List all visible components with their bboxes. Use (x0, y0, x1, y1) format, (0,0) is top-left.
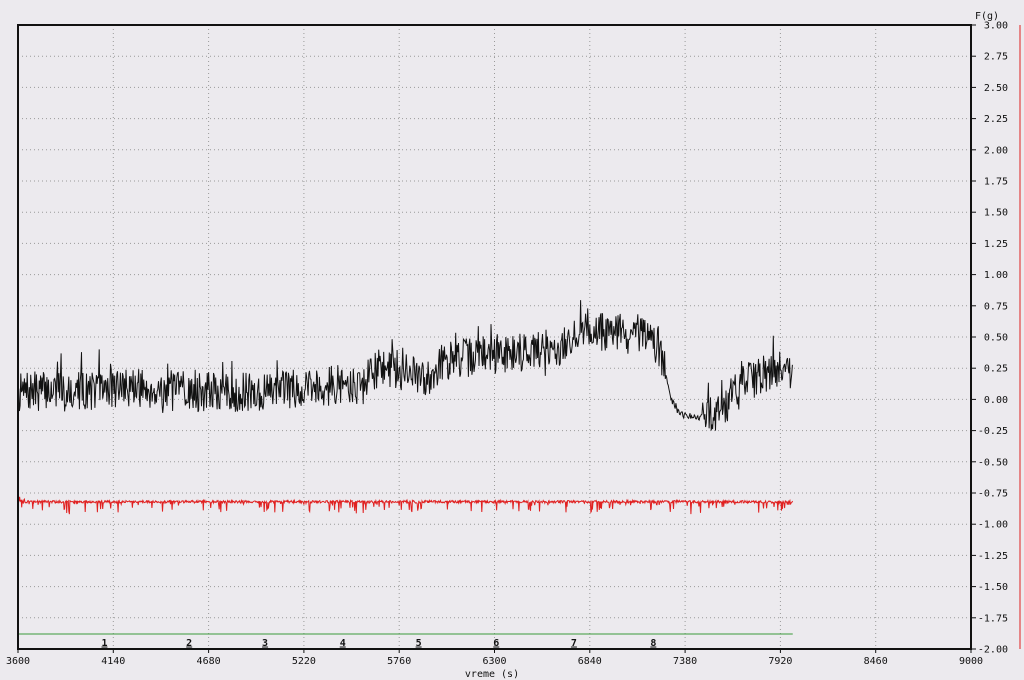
event-marker-label: 4 (340, 638, 346, 649)
y-tick-label: -2.00 (978, 645, 1008, 656)
y-tick-label: 0.75 (984, 301, 1008, 312)
x-tick-label: 4680 (197, 656, 221, 667)
x-tick-label: 8460 (864, 656, 888, 667)
x-axis-label: vreme (s) (465, 669, 519, 680)
y-tick-label: 2.00 (984, 145, 1008, 156)
y-tick-label: 2.50 (984, 83, 1008, 94)
y-tick-label: -0.75 (978, 489, 1008, 500)
y-tick-label: 0.00 (984, 395, 1008, 406)
y-tick-label: -1.00 (978, 520, 1008, 531)
x-tick-label: 7380 (673, 656, 697, 667)
y-tick-label: 2.75 (984, 52, 1008, 63)
x-tick-label: 5220 (292, 656, 316, 667)
y-tick-label: 2.25 (984, 114, 1008, 125)
y-tick-label: 1.25 (984, 239, 1008, 250)
y-tick-label: 1.75 (984, 177, 1008, 188)
y-tick-label: -0.25 (978, 426, 1008, 437)
y-tick-label: -1.25 (978, 551, 1008, 562)
y-tick-label: -1.50 (978, 582, 1008, 593)
x-tick-label: 6840 (578, 656, 602, 667)
y-tick-label: 0.25 (984, 364, 1008, 375)
y-axis-label: F(g) (975, 11, 999, 22)
event-marker-label: 1 (101, 638, 107, 649)
event-marker-label: 5 (416, 638, 422, 649)
y-tick-label: 0.50 (984, 333, 1008, 344)
y-tick-label: 1.00 (984, 270, 1008, 281)
event-marker-label: 6 (493, 638, 499, 649)
event-marker-label: 8 (650, 638, 656, 649)
event-marker-label: 7 (571, 638, 577, 649)
y-tick-label: 1.50 (984, 208, 1008, 219)
x-tick-label: 5760 (387, 656, 411, 667)
y-tick-label: 3.00 (984, 21, 1008, 32)
chart-background (0, 0, 1024, 680)
x-tick-label: 4140 (101, 656, 125, 667)
x-tick-label: 6300 (482, 656, 506, 667)
y-tick-label: -1.75 (978, 613, 1008, 624)
x-tick-label: 9000 (959, 656, 983, 667)
y-tick-label: -0.50 (978, 457, 1008, 468)
event-marker-label: 2 (186, 638, 192, 649)
x-tick-label: 7920 (768, 656, 792, 667)
event-marker-label: 3 (262, 638, 268, 649)
chart: 1 2 3 4 5 6 7 8 3600 4140 4680 5220 5760 6300 6840 738… (0, 0, 1024, 680)
x-tick-label: 3600 (6, 656, 30, 667)
